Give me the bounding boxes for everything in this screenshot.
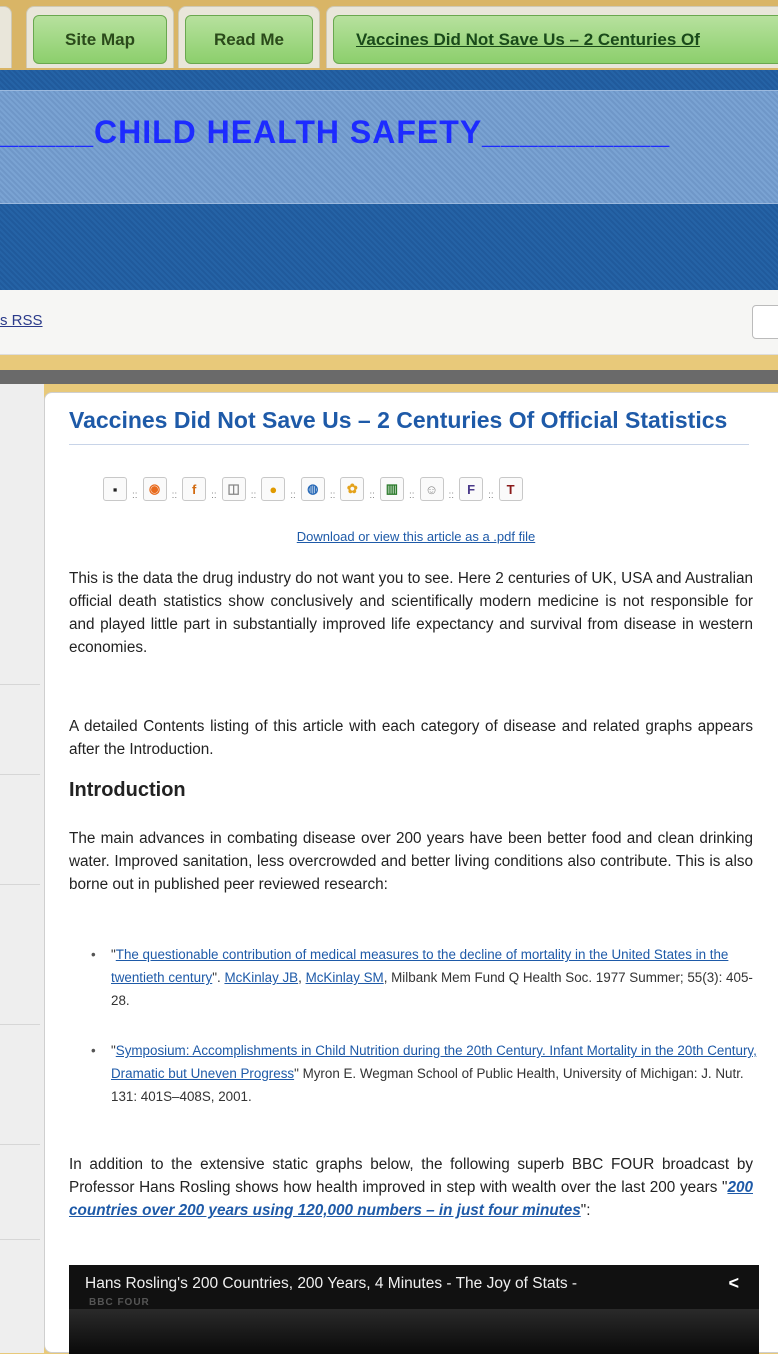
share-separator: :: <box>408 490 415 501</box>
share-separator: :: <box>171 490 178 501</box>
evernote-icon[interactable]: ▥ <box>379 477 404 501</box>
stumbleupon-icon[interactable]: ◉ <box>142 477 167 501</box>
mixx-icon[interactable]: ✿ <box>340 477 365 501</box>
facebook-icon[interactable]: f <box>182 477 207 501</box>
site-header: _____CHILD HEALTH SAFETY__________ <box>0 70 778 290</box>
ref1-author2-link[interactable]: McKinlay SM <box>306 970 384 985</box>
advances-paragraph: The main advances in combating disease o… <box>69 830 753 893</box>
search-input[interactable] <box>752 305 778 339</box>
video-thumbnail[interactable] <box>69 1309 759 1354</box>
share-separator: :: <box>132 490 138 501</box>
tab-bar: Site Map Read Me Vaccines Did Not Save U… <box>0 0 778 70</box>
bbc-paragraph: In addition to the extensive static grap… <box>69 1153 753 1222</box>
intro-paragraph: This is the data the drug industry do no… <box>69 570 753 656</box>
left-sidebar <box>0 384 44 1353</box>
technorati-icon[interactable]: T <box>498 477 523 501</box>
share-separator: :: <box>211 490 217 501</box>
myspace-icon[interactable]: ◫ <box>221 477 246 501</box>
video-share-icon[interactable]: < <box>728 1273 739 1294</box>
video-player[interactable]: Hans Rosling's 200 Countries, 200 Years,… <box>69 1265 759 1354</box>
delicious-icon[interactable]: ▪ <box>103 477 127 501</box>
article-card: Vaccines Did Not Save Us – 2 Centuries O… <box>44 392 778 1354</box>
reference-item-1: "The questionable contribution of medica… <box>91 943 759 1012</box>
divider-bar <box>0 370 778 384</box>
tab-current-article[interactable]: Vaccines Did Not Save Us – 2 Centuries O… <box>326 6 778 68</box>
tab-site-map[interactable]: Site Map <box>26 6 174 68</box>
reddit-icon[interactable]: ☺ <box>419 477 444 501</box>
tab-site-map-label[interactable]: Site Map <box>33 15 167 64</box>
ref1-after-title: ". <box>212 970 225 985</box>
share-separator: :: <box>369 490 375 501</box>
site-title[interactable]: _____CHILD HEALTH SAFETY__________ <box>0 110 778 154</box>
rss-link[interactable]: s RSS <box>0 312 43 329</box>
share-separator: :: <box>250 490 257 501</box>
bbc-paragraph-text: In addition to the extensive static grap… <box>69 1156 753 1196</box>
sidebar-divider <box>0 1239 40 1240</box>
sidebar-divider <box>0 884 40 885</box>
sidebar-divider <box>0 1144 40 1145</box>
share-separator: :: <box>488 490 494 501</box>
fark-icon[interactable]: F <box>459 477 484 501</box>
introduction-heading: Introduction <box>69 779 186 801</box>
share-icons-row: ▪:: ◉:: f:: ◫:: ●:: ◍:: ✿:: ▥:: ☺:: F:: T <box>103 473 523 501</box>
yahoo-icon[interactable]: ● <box>261 477 286 501</box>
bbc-paragraph-end: ": <box>580 1202 591 1219</box>
tab-read-me-label[interactable]: Read Me <box>185 15 313 64</box>
reference-item-2: "Symposium: Accomplishments in Child Nut… <box>91 1039 759 1108</box>
contents-paragraph: A detailed Contents listing of this arti… <box>69 718 753 758</box>
bbc-four-logo: BBC FOUR <box>89 1297 150 1308</box>
tab-current-article-label[interactable]: Vaccines Did Not Save Us – 2 Centuries O… <box>333 15 778 64</box>
sidebar-divider <box>0 684 40 685</box>
ref1-comma: , <box>298 970 306 985</box>
share-separator: :: <box>290 490 296 501</box>
tab-partial[interactable] <box>0 6 12 68</box>
share-separator: :: <box>448 490 455 501</box>
share-separator: :: <box>329 490 336 501</box>
ref1-author1-link[interactable]: McKinlay JB <box>224 970 298 985</box>
rss-bar: s RSS <box>0 290 778 355</box>
sidebar-divider <box>0 774 40 775</box>
pdf-download-link[interactable]: Download or view this article as a .pdf … <box>45 529 778 544</box>
sidebar-divider <box>0 1024 40 1025</box>
article-title[interactable]: Vaccines Did Not Save Us – 2 Centuries O… <box>69 407 749 445</box>
diigo-icon[interactable]: ◍ <box>300 477 325 501</box>
tab-read-me[interactable]: Read Me <box>178 6 320 68</box>
video-title[interactable]: Hans Rosling's 200 Countries, 200 Years,… <box>85 1275 577 1293</box>
